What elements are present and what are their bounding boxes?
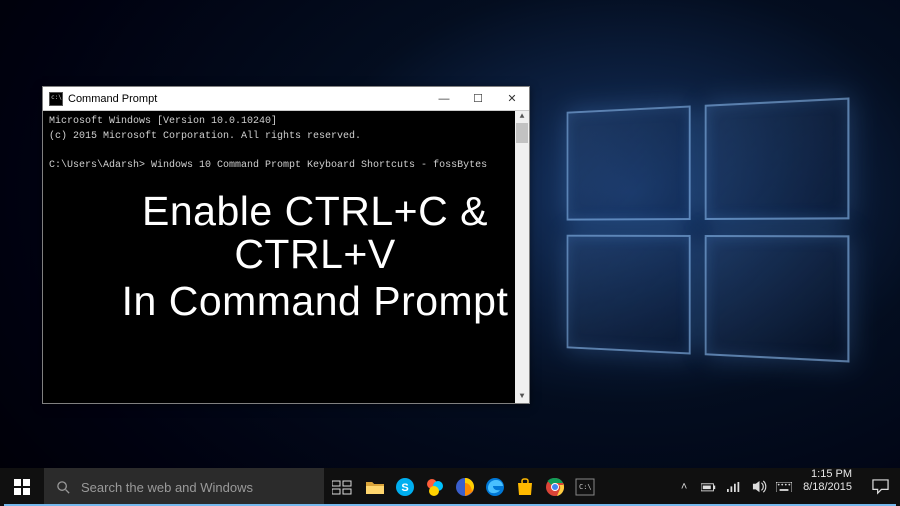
svg-text:S: S <box>401 482 408 494</box>
terminal-prompt-line: C:\Users\Adarsh> Windows 10 Command Prom… <box>49 159 523 174</box>
folder-icon <box>365 477 385 497</box>
tray-chevron-up-icon[interactable]: ˄ <box>675 481 693 493</box>
network-icon[interactable] <box>725 482 743 493</box>
notification-icon <box>872 479 889 494</box>
taskbar-clock[interactable]: 1:15 PM 8/18/2015 <box>799 468 860 506</box>
caption-line-2: In Command Prompt <box>75 276 555 327</box>
firefox-icon <box>455 477 475 497</box>
windows-icon <box>14 479 30 495</box>
clock-time: 1:15 PM <box>803 468 852 481</box>
edge-icon <box>485 477 505 497</box>
task-view-icon <box>332 479 352 495</box>
file-explorer-button[interactable] <box>360 477 390 497</box>
photos-icon <box>425 477 445 497</box>
photos-button[interactable] <box>420 477 450 497</box>
window-title: Command Prompt <box>68 93 427 105</box>
skype-button[interactable]: S <box>390 477 420 497</box>
clock-date: 8/18/2015 <box>803 481 852 494</box>
terminal-line: (c) 2015 Microsoft Corporation. All righ… <box>49 130 523 145</box>
close-button[interactable]: ✕ <box>495 87 529 111</box>
maximize-button[interactable]: ☐ <box>461 87 495 111</box>
terminal-line <box>49 144 523 159</box>
search-placeholder: Search the web and Windows <box>81 480 253 495</box>
minimize-button[interactable]: — <box>427 87 461 111</box>
action-center-button[interactable] <box>860 468 900 506</box>
windows-logo-backdrop <box>567 97 850 362</box>
start-button[interactable] <box>0 468 44 506</box>
chrome-button[interactable] <box>540 477 570 497</box>
typed-command: Windows 10 Command Prompt Keyboard Short… <box>145 160 487 171</box>
taskbar: Search the web and Windows S <box>0 468 900 506</box>
keyboard-icon[interactable] <box>775 482 793 493</box>
terminal-line: Microsoft Windows [Version 10.0.10240] <box>49 115 523 130</box>
skype-icon: S <box>395 477 415 497</box>
window-titlebar[interactable]: Command Prompt — ☐ ✕ <box>43 87 529 111</box>
scroll-down-button[interactable]: ▼ <box>515 391 529 403</box>
prompt-path: C:\Users\Adarsh> <box>49 160 145 171</box>
task-view-button[interactable] <box>324 468 360 506</box>
chrome-icon <box>545 477 565 497</box>
svg-text:C:\: C:\ <box>579 483 592 491</box>
store-button[interactable] <box>510 477 540 497</box>
terminal-icon: C:\ <box>575 477 595 497</box>
overlay-caption: Enable CTRL+C & CTRL+V In Command Prompt <box>75 190 555 327</box>
scroll-thumb[interactable] <box>516 123 528 143</box>
volume-icon[interactable] <box>750 480 768 493</box>
cmd-icon <box>49 92 63 106</box>
cmd-taskbar-button[interactable]: C:\ <box>570 477 600 497</box>
caption-line-1: Enable CTRL+C & CTRL+V <box>75 190 555 276</box>
pinned-apps: S C:\ <box>360 468 600 506</box>
search-box[interactable]: Search the web and Windows <box>44 468 324 506</box>
battery-icon[interactable] <box>700 482 718 493</box>
search-icon <box>56 480 71 495</box>
taskbar-spacer <box>600 468 669 506</box>
edge-button[interactable] <box>480 477 510 497</box>
scroll-up-button[interactable]: ▲ <box>515 111 529 123</box>
firefox-button[interactable] <box>450 477 480 497</box>
shopping-bag-icon <box>515 477 535 497</box>
system-tray[interactable]: ˄ <box>669 468 799 506</box>
